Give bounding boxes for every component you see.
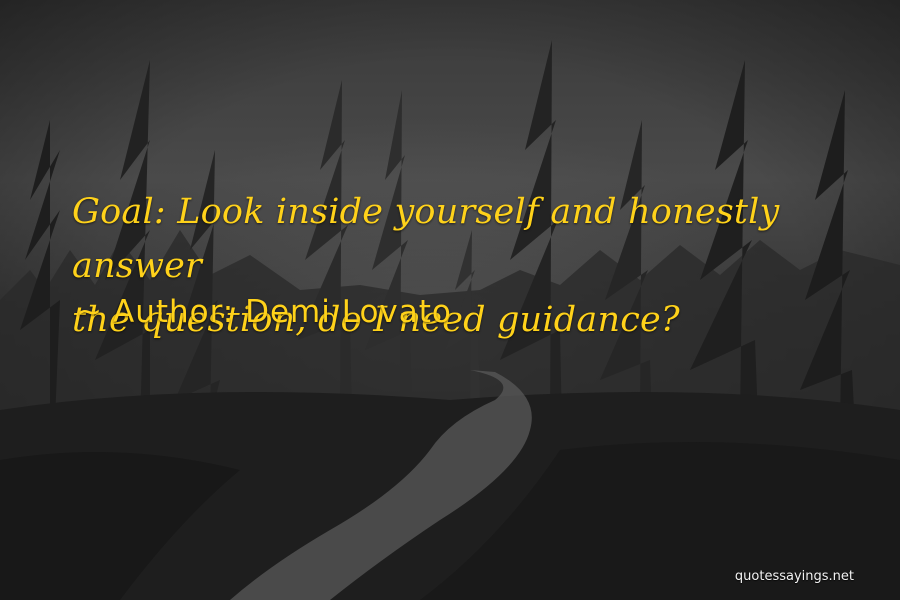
- quote-author: ~ Author: Demi Lovato: [76, 290, 452, 334]
- author-tilde: ~: [76, 294, 103, 330]
- quote-card: Goal: Look inside yourself and honestly …: [0, 0, 900, 600]
- site-watermark: quotessayings.net: [734, 569, 854, 584]
- quote-line-1: Goal: Look inside yourself and honestly …: [72, 192, 780, 286]
- author-label: Author: Demi Lovato: [112, 294, 452, 330]
